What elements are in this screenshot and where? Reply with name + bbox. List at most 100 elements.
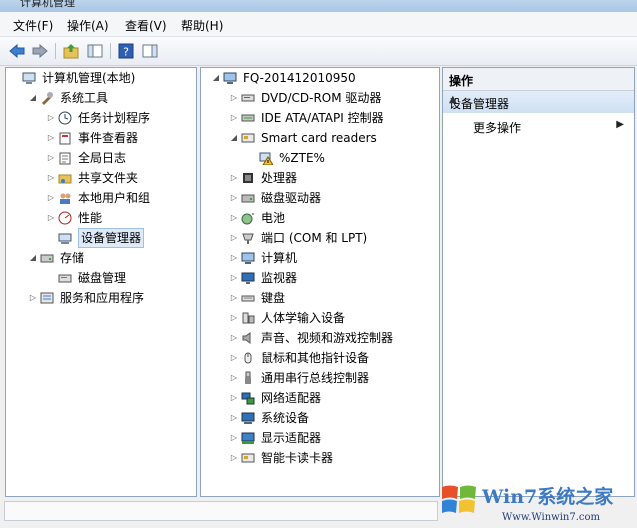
- device-tree-item[interactable]: ▷ 磁盘驱动器: [229, 189, 439, 207]
- device-tree-item[interactable]: ▷ 声音、视频和游戏控制器: [229, 329, 439, 347]
- device-tree-item[interactable]: ▷ 端口 (COM 和 LPT): [229, 229, 439, 247]
- device-list-pane[interactable]: ◢ FQ-201412010950 ▷ DVD/CD-ROM 驱动器 ▷ IDE ATA/…: [200, 67, 440, 497]
- collapsed-arrow-icon[interactable]: ▷: [229, 189, 239, 207]
- expanded-arrow-icon[interactable]: ◢: [211, 69, 221, 87]
- menu-file[interactable]: 文件(F): [13, 17, 53, 34]
- collapsed-arrow-icon[interactable]: ▷: [46, 149, 56, 167]
- menu-action[interactable]: 操作(A): [67, 17, 109, 34]
- warning-device-icon: [259, 151, 274, 166]
- collapsed-arrow-icon[interactable]: ▷: [229, 449, 239, 467]
- collapsed-arrow-icon[interactable]: ▷: [229, 349, 239, 367]
- expanded-arrow-icon[interactable]: ◢: [229, 129, 239, 147]
- device-tree-label: IDE ATA/ATAPI 控制器: [261, 111, 384, 125]
- collapsed-arrow-icon[interactable]: ▷: [46, 189, 56, 207]
- show-hide-action-pane-button[interactable]: [141, 42, 159, 60]
- menu-help[interactable]: 帮助(H): [181, 17, 223, 34]
- collapsed-arrow-icon[interactable]: ▷: [229, 309, 239, 327]
- device-tree-item[interactable]: ▷ 监视器: [229, 269, 439, 287]
- action-pane-icon: [142, 44, 158, 58]
- expanded-arrow-icon[interactable]: ◢: [28, 89, 38, 107]
- collapsed-arrow-icon[interactable]: ▷: [229, 109, 239, 127]
- device-tree-item[interactable]: ▷ 智能卡读卡器: [229, 449, 439, 467]
- console-tree-item[interactable]: ▷ 全局日志: [46, 149, 196, 167]
- console-tree-item[interactable]: ◢ 存储: [28, 249, 196, 267]
- collapsed-arrow-icon[interactable]: ▷: [46, 169, 56, 187]
- collapsed-arrow-icon[interactable]: ▷: [229, 289, 239, 307]
- device-tree-label: 鼠标和其他指针设备: [261, 351, 370, 365]
- device-tree-item[interactable]: ▷ 人体学输入设备: [229, 309, 439, 327]
- device-tree-item[interactable]: ▷ 网络适配器: [229, 389, 439, 407]
- collapsed-arrow-icon[interactable]: ▷: [46, 209, 56, 227]
- collapsed-arrow-icon[interactable]: ▷: [229, 229, 239, 247]
- console-tree-item[interactable]: ▷ 任务计划程序: [46, 109, 196, 127]
- console-tree-item[interactable]: ▷ 本地用户和组: [46, 189, 196, 207]
- device-tree-item[interactable]: ▷ 通用串行总线控制器: [229, 369, 439, 387]
- collapse-caret-icon[interactable]: ▲: [449, 94, 626, 105]
- device-manager-icon: [58, 231, 72, 245]
- device-tree-label: %ZTE%: [279, 151, 325, 165]
- device-tree-item[interactable]: ▷ 电池: [229, 209, 439, 227]
- console-tree-item[interactable]: 计算机管理(本地): [10, 69, 196, 87]
- device-tree-label: 显示适配器: [261, 431, 322, 445]
- device-tree-item[interactable]: ▷ 显示适配器: [229, 429, 439, 447]
- system-device-icon: [241, 411, 255, 425]
- device-tree-item[interactable]: ▷ 鼠标和其他指针设备: [229, 349, 439, 367]
- collapsed-arrow-icon[interactable]: ▷: [28, 289, 38, 307]
- device-tree-item[interactable]: ▷ 计算机: [229, 249, 439, 267]
- device-tree-item[interactable]: ▷ DVD/CD-ROM 驱动器: [229, 89, 439, 107]
- device-tree-item[interactable]: ▷ 键盘: [229, 289, 439, 307]
- collapsed-arrow-icon[interactable]: ▷: [46, 109, 56, 127]
- device-tree-item[interactable]: %ZTE%: [247, 149, 439, 167]
- collapsed-arrow-icon[interactable]: ▷: [229, 429, 239, 447]
- back-button[interactable]: [8, 42, 26, 60]
- collapsed-arrow-icon[interactable]: ▷: [229, 249, 239, 267]
- device-tree-label: Smart card readers: [261, 131, 377, 145]
- window-title: 计算机管理: [20, 0, 75, 9]
- collapsed-arrow-icon[interactable]: ▷: [229, 89, 239, 107]
- console-tree-label: 存储: [60, 251, 85, 265]
- menu-bar: 文件(F) 操作(A) 查看(V) 帮助(H): [0, 12, 637, 37]
- actions-section-device-manager[interactable]: 设备管理器 ▲: [443, 91, 634, 113]
- console-tree-item[interactable]: ▷ 性能: [46, 209, 196, 227]
- dvd-drive-icon: [241, 91, 255, 105]
- device-tree-label: DVD/CD-ROM 驱动器: [261, 91, 382, 105]
- console-tree-item[interactable]: ▷ 服务和应用程序: [28, 289, 196, 307]
- device-tree-item[interactable]: ◢ FQ-201412010950: [211, 69, 439, 87]
- forward-button[interactable]: [31, 42, 49, 60]
- toolbar-separator: [110, 43, 111, 59]
- actions-pane: 操作 设备管理器 ▲ 更多操作 ▶: [442, 67, 635, 497]
- processor-icon: [241, 171, 255, 185]
- show-hide-tree-button[interactable]: [86, 42, 104, 60]
- device-tree-label: FQ-201412010950: [243, 71, 356, 85]
- device-tree-item[interactable]: ▷ IDE ATA/ATAPI 控制器: [229, 109, 439, 127]
- submenu-arrow-icon[interactable]: ▶: [616, 119, 624, 130]
- collapsed-arrow-icon[interactable]: ▷: [229, 169, 239, 187]
- collapsed-arrow-icon[interactable]: ▷: [229, 269, 239, 287]
- help-button[interactable]: ?: [117, 42, 135, 60]
- collapsed-arrow-icon[interactable]: ▷: [46, 129, 56, 147]
- more-actions-link[interactable]: 更多操作: [473, 119, 521, 136]
- storage-icon: [40, 251, 54, 265]
- up-one-level-button[interactable]: [62, 42, 80, 60]
- collapsed-arrow-icon[interactable]: ▷: [229, 409, 239, 427]
- console-tree-pane[interactable]: 计算机管理(本地) ◢ 系统工具 ▷ 任务计划程序 ▷ 事件查看器 ▷ 全局日志 ▷ 共享文件夹 ▷ 本…: [5, 67, 197, 497]
- device-tree-label: 监视器: [261, 271, 298, 285]
- disk-management-icon: [58, 271, 72, 285]
- collapsed-arrow-icon[interactable]: ▷: [229, 389, 239, 407]
- actions-title: 操作: [449, 74, 474, 88]
- device-tree-item[interactable]: ◢ Smart card readers: [229, 129, 439, 147]
- menu-view[interactable]: 查看(V): [125, 17, 167, 34]
- console-tree-item[interactable]: 设备管理器: [46, 228, 196, 248]
- device-tree-item[interactable]: ▷ 系统设备: [229, 409, 439, 427]
- device-tree-item[interactable]: ▷ 处理器: [229, 169, 439, 187]
- usb-icon: [241, 371, 255, 385]
- console-tree-item[interactable]: ▷ 事件查看器: [46, 129, 196, 147]
- collapsed-arrow-icon[interactable]: ▷: [229, 369, 239, 387]
- console-tree-item[interactable]: ◢ 系统工具: [28, 89, 196, 107]
- tools-icon: [40, 91, 54, 105]
- console-tree-item[interactable]: 磁盘管理: [46, 269, 196, 287]
- collapsed-arrow-icon[interactable]: ▷: [229, 209, 239, 227]
- expanded-arrow-icon[interactable]: ◢: [28, 249, 38, 267]
- console-tree-item[interactable]: ▷ 共享文件夹: [46, 169, 196, 187]
- collapsed-arrow-icon[interactable]: ▷: [229, 329, 239, 347]
